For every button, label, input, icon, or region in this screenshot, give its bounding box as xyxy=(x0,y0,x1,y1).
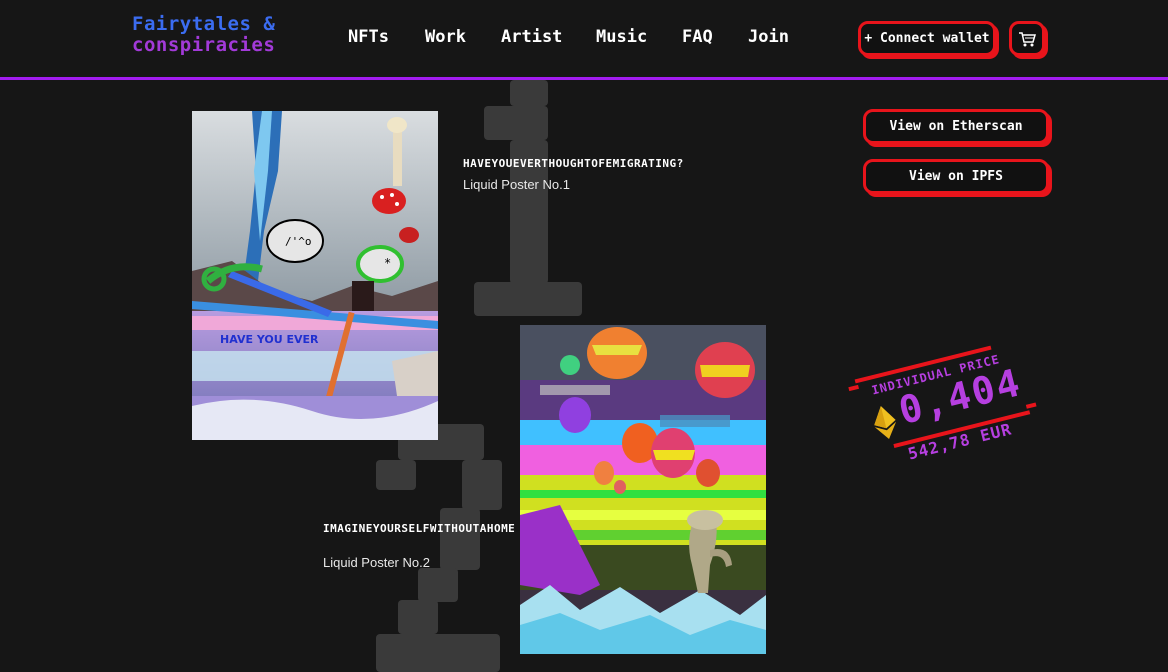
nav-nfts[interactable]: NFTs xyxy=(348,27,389,47)
logo-line-2: conspiracies xyxy=(132,34,276,56)
cart-button[interactable] xyxy=(1009,21,1045,56)
price-tag: INDIVIDUAL PRICE 0,404 542,78 EUR xyxy=(845,330,1051,500)
poster-1-title[interactable]: HAVEYOUEVERTHOUGHTOFEMIGRATING? xyxy=(463,157,703,170)
header-divider xyxy=(0,77,1168,80)
ethereum-icon xyxy=(870,403,901,445)
poster-2-subtitle: Liquid Poster No.2 xyxy=(323,555,430,570)
bubble-text: /'^o xyxy=(285,235,312,248)
svg-text:*: * xyxy=(384,256,391,270)
view-on-ipfs-button[interactable]: View on IPFS xyxy=(863,159,1049,194)
view-on-etherscan-button[interactable]: View on Etherscan xyxy=(863,109,1049,144)
poster-1-image-text: HAVE YOU EVER xyxy=(220,333,319,346)
cart-icon xyxy=(1019,31,1036,46)
poster-image-1[interactable]: /'^o * HAVE YOU EVER xyxy=(192,111,438,440)
site-header: Fairytales & conspiracies NFTs Work Arti… xyxy=(0,0,1168,77)
poster-1-subtitle: Liquid Poster No.1 xyxy=(463,177,570,192)
nav-work[interactable]: Work xyxy=(425,27,466,47)
logo-line-1: Fairytales & xyxy=(132,13,276,35)
poster-image-2[interactable] xyxy=(520,325,766,654)
nav-artist[interactable]: Artist xyxy=(501,27,562,47)
poster-2-title[interactable]: IMAGINEYOURSELFWITHOUTAHOME xyxy=(323,520,517,537)
connect-wallet-button[interactable]: + Connect wallet xyxy=(858,21,996,56)
logo[interactable]: Fairytales & conspiracies xyxy=(132,14,275,56)
nav-join[interactable]: Join xyxy=(748,27,789,47)
nav-faq[interactable]: FAQ xyxy=(682,27,713,47)
nav-music[interactable]: Music xyxy=(596,27,647,47)
